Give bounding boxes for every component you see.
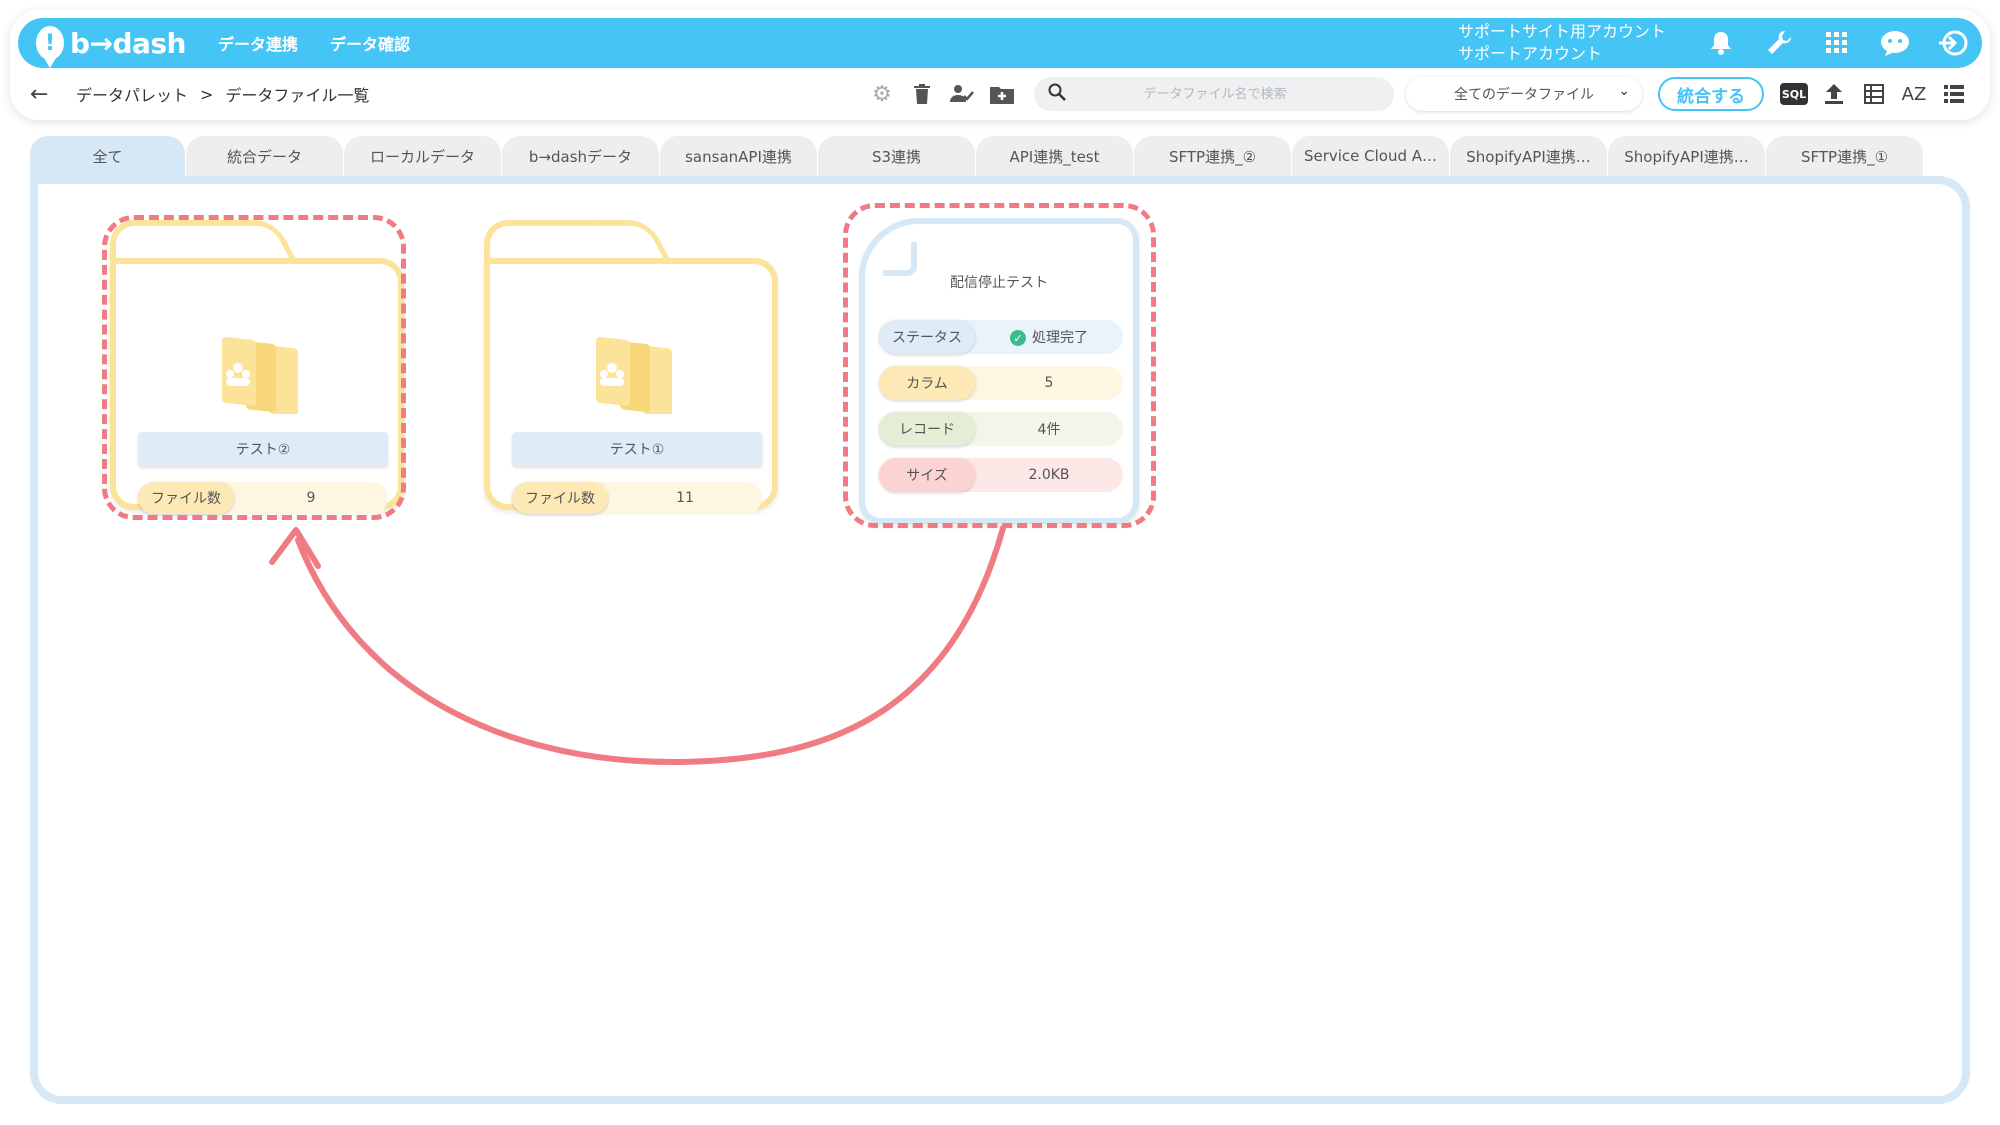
file-filter-select[interactable]: 全てのデータファイル ⌄	[1406, 77, 1642, 111]
breadcrumb-current: データファイル一覧	[225, 86, 370, 105]
records-value: 4件	[1037, 422, 1061, 438]
account-user: サポートアカウント	[1457, 44, 1602, 63]
folder-card-test2[interactable]: テスト② ファイル数 9	[110, 220, 404, 514]
account-info[interactable]: サポートサイト用アカウント サポートアカウント	[1458, 21, 1666, 65]
tab-local-data[interactable]: ローカルデータ	[344, 136, 501, 176]
search-input[interactable]	[1066, 86, 1394, 102]
logo-text: b→dash	[69, 26, 187, 60]
wrench-icon[interactable]	[1750, 18, 1808, 68]
file-count-value: 9	[306, 490, 316, 506]
folder-file-count: ファイル数 11	[512, 482, 762, 514]
file-filter-selected: 全てのデータファイル	[1454, 87, 1594, 103]
chevron-down-icon: ⌄	[1618, 83, 1630, 99]
chat-robot-icon[interactable]	[1866, 18, 1924, 68]
apps-grid-icon[interactable]	[1808, 18, 1866, 68]
file-stack-icon	[596, 337, 672, 414]
folder-card-test1[interactable]: テスト① ファイル数 11	[484, 220, 778, 514]
tab-bdash-data[interactable]: b→dashデータ	[502, 136, 659, 176]
account-name: サポートサイト用アカウント	[1457, 22, 1666, 41]
user-check-icon[interactable]	[942, 74, 982, 114]
columns-label: カラム	[879, 366, 975, 400]
sort-az-icon[interactable]: AZ	[1894, 74, 1934, 114]
logo[interactable]: ! b→dash	[36, 26, 187, 68]
status-value: 処理完了	[1032, 330, 1088, 346]
trash-icon[interactable]	[902, 74, 942, 114]
size-value: 2.0KB	[1028, 467, 1070, 483]
breadcrumb-root[interactable]: データパレット	[76, 82, 188, 106]
tab-s3[interactable]: S3連携	[818, 136, 975, 176]
nav-data-integration[interactable]: データ連携	[218, 31, 298, 55]
merge-button[interactable]: 統合する	[1658, 77, 1764, 111]
breadcrumb: データパレット > データファイル一覧	[76, 82, 369, 106]
status-label: ステータス	[879, 320, 975, 354]
file-status-row: ステータス ✓ 処理完了	[879, 320, 1123, 354]
folder-name: テスト②	[138, 432, 388, 466]
file-count-value: 11	[676, 490, 694, 506]
search-box	[1034, 77, 1394, 111]
tab-shopify-api-1[interactable]: ShopifyAPI連携…	[1450, 136, 1607, 176]
file-stack-icon	[222, 337, 298, 414]
records-label: レコード	[879, 412, 975, 446]
folder-file-count: ファイル数 9	[138, 482, 388, 514]
logo-bubble-icon: !	[36, 26, 64, 68]
tab-service-cloud[interactable]: Service Cloud A…	[1292, 136, 1449, 176]
sql-icon: SQL	[1780, 83, 1808, 105]
data-file-card[interactable]: 配信停止テスト ステータス ✓ 処理完了 カラム 5 レコード 4件 サイズ 2.…	[859, 218, 1139, 524]
breadcrumb-toolbar: ← データパレット > データファイル一覧 ⚙ 全てのデータファイル ⌄ 統合す…	[30, 74, 1974, 114]
file-columns-row: カラム 5	[879, 366, 1123, 400]
tab-sftp-2[interactable]: SFTP連携_②	[1134, 136, 1291, 176]
tab-sansan-api[interactable]: sansanAPI連携	[660, 136, 817, 176]
category-tabs: 全て 統合データ ローカルデータ b→dashデータ sansanAPI連携 S…	[30, 136, 1924, 176]
sql-button[interactable]: SQL	[1774, 74, 1814, 114]
tab-sftp-1[interactable]: SFTP連携_①	[1766, 136, 1923, 176]
upload-icon[interactable]	[1814, 74, 1854, 114]
top-navigation-bar: ! b→dash データ連携 データ確認 サポートサイト用アカウント サポートア…	[18, 18, 1982, 68]
file-name: 配信停止テスト	[950, 275, 1048, 291]
file-corner-icon	[883, 242, 917, 276]
file-count-label: ファイル数	[512, 482, 608, 514]
back-arrow-icon[interactable]: ←	[30, 82, 70, 107]
file-count-label: ファイル数	[138, 482, 234, 514]
table-view-icon[interactable]	[1854, 74, 1894, 114]
tab-all[interactable]: 全て	[30, 136, 185, 176]
nav-data-check[interactable]: データ確認	[330, 31, 410, 55]
search-icon	[1048, 83, 1066, 106]
size-label: サイズ	[879, 458, 975, 492]
file-records-row: レコード 4件	[879, 412, 1123, 446]
tab-shopify-api-2[interactable]: ShopifyAPI連携…	[1608, 136, 1765, 176]
bell-icon[interactable]	[1692, 18, 1750, 68]
logout-icon[interactable]	[1924, 18, 1982, 68]
folder-name: テスト①	[512, 432, 762, 466]
tab-merged-data[interactable]: 統合データ	[186, 136, 343, 176]
breadcrumb-separator: >	[200, 84, 214, 104]
columns-value: 5	[1044, 375, 1054, 391]
add-folder-icon[interactable]	[982, 74, 1022, 114]
tab-api-test[interactable]: API連携_test	[976, 136, 1133, 176]
list-view-icon[interactable]	[1934, 74, 1974, 114]
check-circle-icon: ✓	[1010, 330, 1026, 346]
file-size-row: サイズ 2.0KB	[879, 458, 1123, 492]
settings-gear-icon[interactable]: ⚙	[862, 74, 902, 114]
